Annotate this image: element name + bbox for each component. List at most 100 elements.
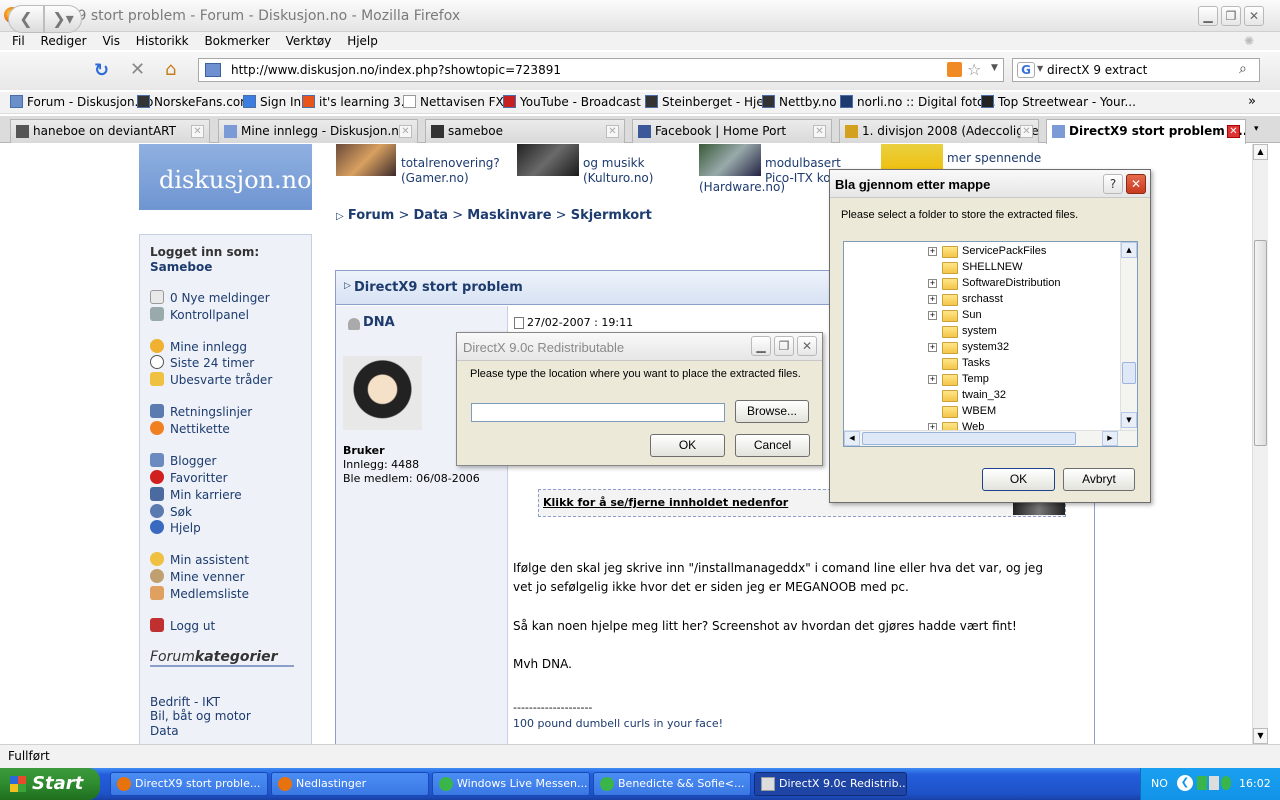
sidebar-item-search[interactable]: Søk (150, 504, 192, 519)
tab-directx-active[interactable]: DirectX9 stort problem - ... ✕ (1046, 119, 1246, 144)
breadcrumb-forum[interactable]: Forum (348, 208, 395, 223)
banner-image[interactable] (699, 144, 761, 176)
tab-close-icon[interactable]: ✕ (1020, 125, 1033, 138)
dialog-maximize-button[interactable]: ❐ (774, 336, 794, 356)
sidebar-item-assistant[interactable]: Min assistent (150, 552, 249, 567)
taskbar-item-firefox[interactable]: DirectX9 stort proble... (110, 772, 268, 796)
dialog-ok-button[interactable]: OK (650, 434, 725, 457)
tab-mine-innlegg[interactable]: Mine innlegg - Diskusjon.no ✕ (218, 119, 418, 143)
minimize-button[interactable]: ▁ (1198, 6, 1218, 26)
home-icon[interactable]: ⌂ (165, 59, 176, 80)
tab-deviantart[interactable]: haneboe on deviantART ✕ (10, 119, 210, 143)
sidebar-item-messages[interactable]: 0 Nye meldinger (150, 290, 270, 305)
taskbar-item-directx[interactable]: DirectX 9.0c Redistrib... (754, 772, 907, 796)
author-name[interactable]: DNA (363, 315, 395, 330)
sidebar-item-netiquette[interactable]: Nettikette (150, 421, 230, 436)
forward-icon[interactable]: ❯▾ (44, 5, 82, 33)
sidebar-item-my-posts[interactable]: Mine innlegg (150, 339, 247, 354)
sidebar-item-logout[interactable]: Logg ut (150, 618, 215, 633)
sidebar-item-control-panel[interactable]: Kontrollpanel (150, 307, 249, 322)
dialog-close-button[interactable]: ✕ (797, 336, 817, 356)
tree-scroll-thumb[interactable] (1122, 362, 1136, 384)
folder-cancel-button[interactable]: Avbryt (1063, 468, 1135, 491)
tab-close-icon[interactable]: ✕ (1227, 125, 1240, 138)
expand-plus-icon[interactable]: + (928, 279, 937, 288)
sidebar-item-unanswered[interactable]: Ubesvarte tråder (150, 372, 272, 387)
back-icon[interactable]: ❮ (8, 5, 44, 33)
bookmark-item[interactable]: Forum - Diskusjon.no (10, 95, 153, 109)
banner-text[interactable]: (Hardware.no) (699, 180, 785, 194)
banner-text[interactable]: og musikk (Kulturo.no) (583, 156, 653, 186)
maximize-button[interactable]: ❐ (1221, 6, 1241, 26)
start-button[interactable]: Start (0, 768, 100, 800)
search-icon[interactable]: ⌕ (1239, 61, 1247, 77)
sidebar-item-last-24h[interactable]: Siste 24 timer (150, 355, 254, 370)
expand-plus-icon[interactable]: + (928, 295, 937, 304)
tab-facebook[interactable]: Facebook | Home Port ✕ (632, 119, 832, 143)
sidebar-item-blogs[interactable]: Blogger (150, 453, 216, 468)
bookmark-item[interactable]: Steinberget - Hjem (645, 95, 775, 109)
tree-scroll-left-icon[interactable]: ◀ (844, 431, 860, 446)
google-icon[interactable]: G (1017, 62, 1035, 78)
spoiler-link[interactable]: Klikk for å se/fjerne innholdet nedenfor (543, 496, 788, 509)
tab-close-icon[interactable]: ✕ (191, 125, 204, 138)
help-button[interactable]: ? (1103, 174, 1123, 194)
search-bar[interactable]: G ▼ directX 9 extract ⌕ (1012, 58, 1260, 82)
expand-plus-icon[interactable]: + (928, 311, 937, 320)
folder-tree[interactable]: + ServicePackFiles SHELLNEW + SoftwareDistri… (843, 241, 1138, 447)
folder-ok-button[interactable]: OK (982, 468, 1055, 491)
tab-list-icon[interactable]: ▾ (1254, 124, 1259, 134)
expand-plus-icon[interactable]: + (928, 247, 937, 256)
sidebar-item-guidelines[interactable]: Retningslinjer (150, 404, 252, 419)
breadcrumb-skjermkort[interactable]: Skjermkort (571, 208, 652, 223)
dialog-cancel-button[interactable]: Cancel (735, 434, 810, 457)
username-link[interactable]: Sameboe (150, 260, 212, 274)
menu-edit[interactable]: Rediger (41, 32, 87, 50)
tree-scroll-up-icon[interactable]: ▲ (1121, 242, 1137, 258)
taskbar-item-chat[interactable]: Benedicte && Sofie<... (593, 772, 751, 796)
close-button[interactable]: ✕ (1244, 6, 1264, 26)
tab-divisjon[interactable]: 1. divisjon 2008 (Adeccoligaen... ✕ (839, 119, 1039, 143)
page-scrollbar[interactable]: ▲ ▼ (1252, 144, 1268, 744)
bookmark-item[interactable]: YouTube - Broadcast ... (503, 95, 656, 109)
extract-path-input[interactable] (471, 403, 725, 422)
rss-icon[interactable] (947, 62, 962, 77)
dialog-minimize-button[interactable]: ▁ (751, 336, 771, 356)
tree-hscroll[interactable]: ◀ ▶ (844, 430, 1137, 446)
tree-hscroll-thumb[interactable] (862, 432, 1076, 445)
banner-image[interactable] (517, 144, 579, 176)
banner-image[interactable] (881, 144, 943, 170)
banner-text[interactable]: totalrenovering? (Gamer.no) (401, 156, 500, 186)
sidebar-item-friends[interactable]: Mine venner (150, 569, 245, 584)
sidebar-item-members[interactable]: Medlemsliste (150, 586, 249, 601)
menu-bookmarks[interactable]: Bokmerker (204, 32, 269, 50)
bookmark-item[interactable]: it's learning 3.3 (302, 95, 412, 109)
taskbar-item-messenger[interactable]: Windows Live Messen... (432, 772, 590, 796)
star-icon[interactable]: ☆ (967, 60, 981, 79)
category-link[interactable]: Bil, båt og motor (150, 709, 251, 723)
bookmark-item[interactable]: norli.no :: Digital foto... (840, 95, 996, 109)
expand-plus-icon[interactable]: + (928, 375, 937, 384)
banner-text[interactable]: mer spennende (947, 151, 1041, 165)
tab-close-icon[interactable]: ✕ (399, 125, 412, 138)
volume-icon[interactable] (1209, 776, 1219, 790)
messenger-tray-icon[interactable] (1221, 776, 1231, 790)
bookmark-item[interactable]: NorskeFans.com (137, 95, 252, 109)
sidebar-item-favorites[interactable]: Favoritter (150, 470, 228, 485)
tab-sameboe[interactable]: sameboe ✕ (425, 119, 625, 143)
expand-plus-icon[interactable]: + (928, 343, 937, 352)
tree-scroll-right-icon[interactable]: ▶ (1102, 431, 1118, 446)
menu-help[interactable]: Hjelp (347, 32, 378, 50)
breadcrumb-maskinvare[interactable]: Maskinvare (467, 208, 551, 223)
stop-icon[interactable]: ✕ (130, 59, 145, 80)
tree-scroll-down-icon[interactable]: ▼ (1121, 412, 1137, 428)
scroll-down-icon[interactable]: ▼ (1253, 728, 1268, 744)
sidebar-item-career[interactable]: Min karriere (150, 487, 242, 502)
sidebar-item-help[interactable]: Hjelp (150, 520, 201, 535)
menu-file[interactable]: Fil (12, 32, 25, 50)
banner-image[interactable] (336, 144, 396, 176)
tab-close-icon[interactable]: ✕ (813, 125, 826, 138)
reload-icon[interactable]: ↻ (94, 60, 109, 81)
chevron-down-icon[interactable]: ▼ (991, 63, 998, 73)
engine-dropdown-icon[interactable]: ▼ (1037, 64, 1043, 73)
